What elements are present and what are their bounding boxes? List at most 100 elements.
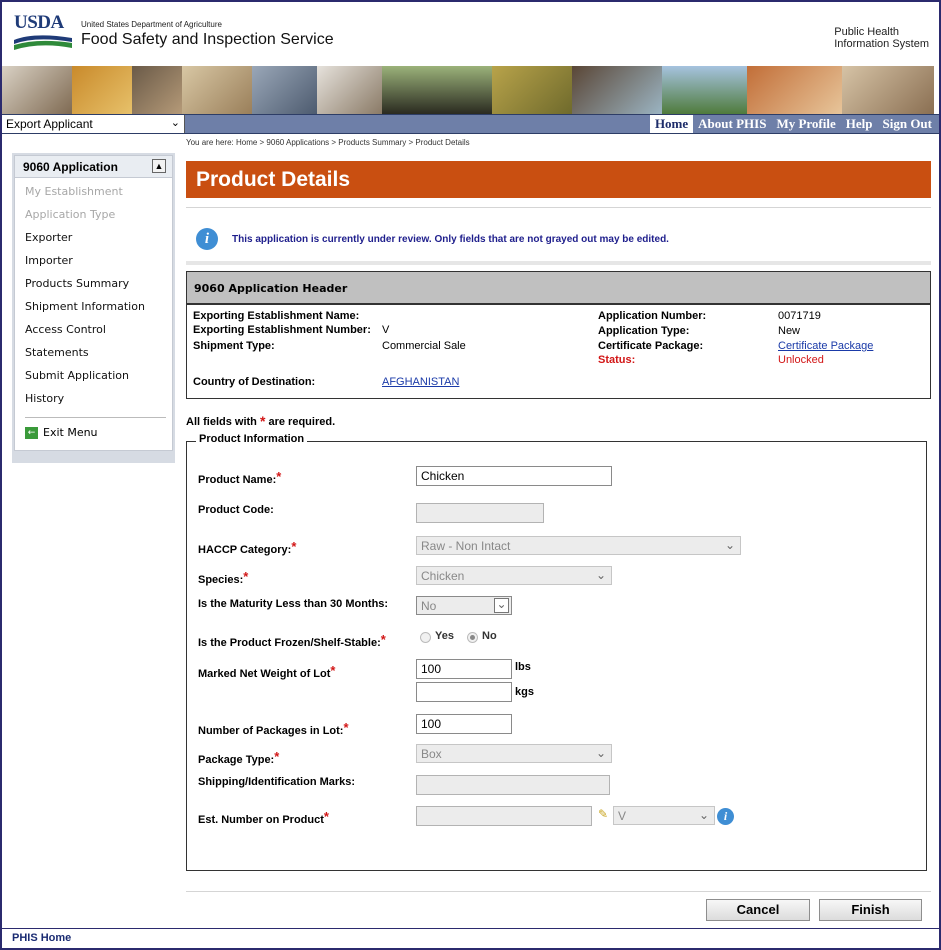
sidebar-item-access-control[interactable]: Access Control	[15, 320, 172, 343]
page-title-bar: Product Details	[186, 161, 931, 198]
sidebar-item-shipment-information[interactable]: Shipment Information	[15, 297, 172, 320]
sidebar-title: 9060 Application	[23, 160, 118, 174]
sidebar-divider	[25, 417, 166, 418]
banner-photo	[317, 66, 382, 114]
packages-label: Number of Packages in Lot:*	[198, 720, 349, 737]
role-select[interactable]: Export Applicant ⌄	[2, 115, 185, 133]
net-weight-label: Marked Net Weight of Lot*	[198, 663, 336, 680]
species-value: Chicken	[421, 569, 465, 583]
nav-link-home[interactable]: Home	[649, 115, 694, 133]
country-of-destination-label: Country of Destination:	[193, 376, 316, 388]
system-name: Public Health Information System	[834, 26, 929, 50]
phis-home-link[interactable]: PHIS Home	[12, 932, 71, 944]
banner-photo	[492, 66, 572, 114]
banner-photo	[572, 66, 662, 114]
nav-links: Home About PHIS My Profile Help Sign Out	[649, 115, 938, 133]
usda-swoosh-icon	[14, 35, 72, 50]
species-select: Chicken ⌄	[416, 566, 612, 585]
application-header-title: 9060 Application Header	[187, 272, 930, 305]
banner-photo	[252, 66, 317, 114]
button-divider	[186, 891, 931, 892]
chevron-down-icon: ⌄	[595, 568, 606, 582]
breadcrumb[interactable]: You are here: Home > 9060 Applications >…	[186, 138, 470, 147]
pencil-icon[interactable]: ✎	[598, 807, 608, 821]
exit-arrow-icon: ←	[25, 426, 38, 439]
sidebar-header: 9060 Application ▲	[15, 156, 172, 178]
sidebar-item-history[interactable]: History	[15, 389, 172, 412]
cancel-button[interactable]: Cancel	[706, 899, 810, 921]
frozen-no-label: No	[482, 630, 497, 642]
collapse-icon[interactable]: ▲	[152, 159, 166, 173]
exit-menu-link[interactable]: ← Exit Menu	[25, 426, 98, 439]
maturity-label: Is the Maturity Less than 30 Months:	[198, 598, 389, 610]
product-information-legend: Product Information	[196, 433, 308, 445]
country-of-destination-link[interactable]: AFGHANISTAN	[382, 376, 459, 389]
exporting-establishment-number-value: V	[382, 324, 390, 336]
status-label: Status:	[598, 354, 636, 366]
sidebar-item-importer[interactable]: Importer	[15, 251, 172, 274]
banner-photo	[842, 66, 934, 114]
review-notice: i This application is currently under re…	[186, 207, 931, 265]
certificate-package-link[interactable]: Certificate Package	[778, 340, 873, 353]
banner-photo	[72, 66, 132, 114]
product-code-label: Product Code:	[198, 504, 274, 516]
est-number-input	[416, 806, 592, 826]
shipping-marks-input	[416, 775, 610, 795]
top-nav-bar: Export Applicant ⌄ Home About PHIS My Pr…	[2, 114, 939, 134]
info-icon[interactable]: i	[717, 808, 734, 825]
species-label: Species:*	[198, 569, 249, 586]
kgs-unit-label: kgs	[515, 686, 534, 698]
packages-input[interactable]: 100	[416, 714, 512, 734]
product-name-input[interactable]: Chicken	[416, 466, 612, 486]
net-weight-kgs-input[interactable]	[416, 682, 512, 702]
photo-banner	[2, 66, 939, 114]
banner-photo	[2, 66, 72, 114]
application-type-value: New	[778, 325, 801, 337]
site-header: USDA United States Department of Agricul…	[2, 2, 939, 66]
info-icon: i	[196, 228, 218, 250]
chevron-down-icon: ⌄	[698, 808, 709, 822]
nav-link-my-profile[interactable]: My Profile	[771, 115, 840, 133]
sidebar-item-submit-application[interactable]: Submit Application	[15, 366, 172, 389]
chevron-down-icon: ⌄	[724, 538, 735, 552]
sidebar-item-products-summary[interactable]: Products Summary	[15, 274, 172, 297]
package-type-value: Box	[421, 747, 442, 761]
sidebar-item-exporter[interactable]: Exporter	[15, 228, 172, 251]
certificate-package-label: Certificate Package:	[598, 340, 704, 352]
frozen-yes-radio	[420, 632, 431, 643]
usda-logo-text: USDA	[14, 12, 64, 33]
required-note-suffix: are required.	[268, 416, 336, 428]
shipping-marks-label: Shipping/Identification Marks:	[198, 776, 356, 788]
haccp-category-value: Raw - Non Intact	[421, 539, 511, 553]
banner-photo	[182, 66, 252, 114]
frozen-no-radio	[467, 632, 478, 643]
exit-menu-label: Exit Menu	[43, 426, 98, 439]
page-title: Product Details	[196, 168, 351, 191]
exporting-establishment-number-label: Exporting Establishment Number:	[193, 324, 371, 336]
est-number-select: V ⌄	[613, 806, 715, 825]
review-notice-text: This application is currently under revi…	[232, 234, 669, 245]
usda-logo[interactable]: USDA	[14, 12, 72, 52]
application-number-value: 0071719	[778, 310, 821, 322]
sidebar: 9060 Application ▲ My Establishment Appl…	[12, 153, 175, 463]
nav-link-sign-out[interactable]: Sign Out	[878, 115, 938, 133]
frozen-yes-label: Yes	[435, 630, 454, 642]
lbs-unit-label: lbs	[515, 661, 531, 673]
sidebar-item-statements[interactable]: Statements	[15, 343, 172, 366]
package-type-select: Box ⌄	[416, 744, 612, 763]
est-number-label: Est. Number on Product*	[198, 809, 329, 826]
nav-link-about-phis[interactable]: About PHIS	[693, 115, 771, 133]
nav-link-help[interactable]: Help	[841, 115, 878, 133]
shipment-type-value: Commercial Sale	[382, 340, 466, 352]
maturity-value: No	[421, 599, 437, 613]
application-number-label: Application Number:	[598, 310, 707, 322]
shipment-type-label: Shipment Type:	[193, 340, 275, 352]
banner-photo	[132, 66, 182, 114]
net-weight-lbs-input[interactable]: 100	[416, 659, 512, 679]
finish-button[interactable]: Finish	[819, 899, 922, 921]
sidebar-panel: 9060 Application ▲ My Establishment Appl…	[14, 155, 173, 451]
chevron-down-icon: ⌄	[170, 117, 180, 129]
system-name-line2: Information System	[834, 38, 929, 50]
product-code-input	[416, 503, 544, 523]
frozen-label: Is the Product Frozen/Shelf-Stable:*	[198, 632, 386, 649]
